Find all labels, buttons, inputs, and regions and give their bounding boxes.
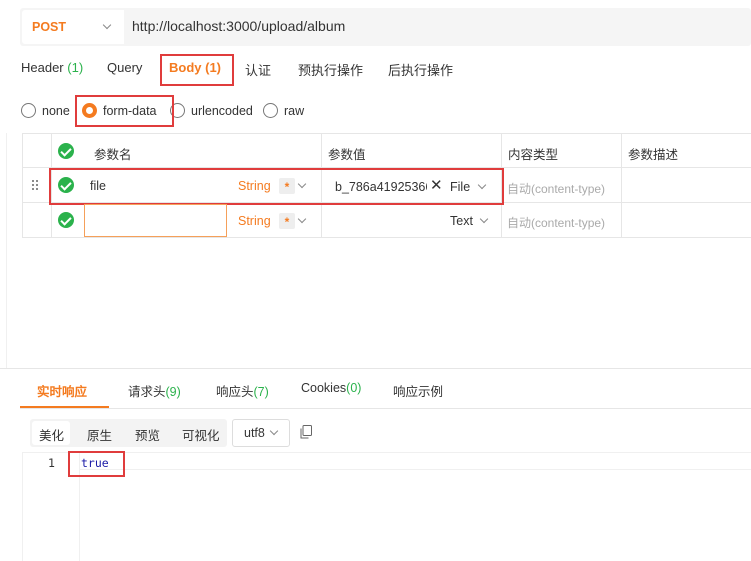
table-border <box>621 133 622 237</box>
encoding-select[interactable]: utf8 <box>232 419 290 447</box>
url-bar <box>20 8 751 46</box>
header-param-value: 参数值 <box>328 148 366 162</box>
chevron-down-icon[interactable] <box>297 214 307 224</box>
panel-edge <box>6 133 7 368</box>
header-content-type: 内容类型 <box>508 148 559 162</box>
tab-cookies[interactable]: Cookies(0) <box>301 381 361 395</box>
chevron-down-icon <box>269 426 279 436</box>
required-toggle[interactable]: * <box>279 213 295 229</box>
value-type[interactable]: File <box>450 180 470 194</box>
chevron-down-icon[interactable] <box>297 179 307 189</box>
chevron-down-icon[interactable] <box>479 214 489 224</box>
tab-query[interactable]: Query <box>107 60 142 75</box>
tab-header[interactable]: Header (1) <box>21 60 83 75</box>
tab-live-response[interactable]: 实时响应 <box>37 381 87 400</box>
response-body[interactable]: true <box>81 456 109 470</box>
radio-label-form-data: form-data <box>103 104 157 118</box>
chevron-down-icon[interactable] <box>477 180 487 190</box>
code-left-border <box>22 452 23 561</box>
method-label: POST <box>32 20 67 34</box>
content-type[interactable]: 自动(content-type) <box>507 214 605 231</box>
tab-auth[interactable]: 认证 <box>245 60 271 79</box>
param-type[interactable]: String <box>238 214 271 228</box>
table-border <box>22 133 751 134</box>
encoding-label: utf8 <box>244 426 265 440</box>
param-type[interactable]: String <box>238 179 271 193</box>
drag-handle-icon[interactable] <box>32 180 40 192</box>
clear-file-icon[interactable]: ✕ <box>430 176 443 194</box>
view-raw[interactable]: 原生 <box>87 425 112 444</box>
content-type[interactable]: 自动(content-type) <box>507 180 605 197</box>
view-pretty[interactable]: 美化 <box>39 425 64 444</box>
radio-form-data[interactable] <box>82 103 97 118</box>
radio-none[interactable] <box>21 103 36 118</box>
table-border <box>501 133 502 237</box>
url-input[interactable]: http://localhost:3000/upload/album <box>132 18 345 34</box>
copy-icon[interactable] <box>300 425 312 439</box>
tab-post-request[interactable]: 后执行操作 <box>388 60 453 79</box>
table-border <box>321 133 322 237</box>
table-border <box>51 133 52 237</box>
param-name[interactable]: file <box>90 179 106 193</box>
view-visualize[interactable]: 可视化 <box>182 425 220 444</box>
param-name-input[interactable] <box>84 204 227 237</box>
panel-divider <box>0 368 751 369</box>
row-enabled-checkbox[interactable] <box>58 212 74 228</box>
radio-urlencoded[interactable] <box>170 103 185 118</box>
table-border <box>22 167 751 168</box>
view-preview[interactable]: 预览 <box>135 425 160 444</box>
radio-label-none: none <box>42 104 70 118</box>
param-value-file[interactable]: b_786a41925366& <box>335 180 427 194</box>
table-border <box>22 133 23 237</box>
radio-label-raw: raw <box>284 104 305 118</box>
chevron-down-icon <box>102 20 112 30</box>
required-toggle[interactable]: * <box>279 178 295 194</box>
row-enabled-checkbox[interactable] <box>58 177 74 193</box>
table-border <box>22 237 751 238</box>
line-number: 1 <box>48 456 55 470</box>
header-param-name: 参数名 <box>94 148 132 162</box>
method-select[interactable]: POST <box>22 10 124 44</box>
select-all-checkbox[interactable] <box>58 143 74 159</box>
header-param-desc: 参数描述 <box>628 148 679 162</box>
radio-label-urlencoded: urlencoded <box>191 104 253 118</box>
tab-pre-request[interactable]: 预执行操作 <box>298 60 363 79</box>
tabs-divider <box>20 408 751 409</box>
code-top-border <box>22 452 751 453</box>
table-border <box>22 202 751 203</box>
tab-request-headers[interactable]: 请求头(9) <box>128 381 181 400</box>
radio-raw[interactable] <box>263 103 278 118</box>
active-tab-indicator <box>162 84 222 86</box>
value-type[interactable]: Text <box>450 214 473 228</box>
tab-body[interactable]: Body (1) <box>169 60 221 75</box>
active-line-border <box>80 469 751 470</box>
tab-response-headers[interactable]: 响应头(7) <box>216 381 269 400</box>
tab-response-examples[interactable]: 响应示例 <box>393 381 443 400</box>
